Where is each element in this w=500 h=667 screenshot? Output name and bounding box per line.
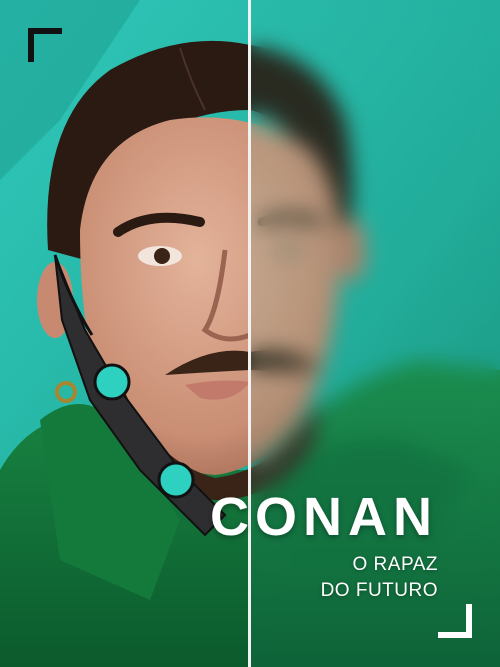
iris bbox=[154, 248, 170, 264]
corner-bracket-bottom-right bbox=[438, 604, 472, 638]
center-divider-line bbox=[248, 0, 251, 667]
movie-poster: CONAN O RAPAZ DO FUTURO bbox=[0, 0, 500, 667]
subtitle-line-1: O RAPAZ bbox=[352, 554, 438, 575]
poster-subtitle: O RAPAZ DO FUTURO bbox=[321, 552, 438, 604]
subtitle-line-2: DO FUTURO bbox=[320, 580, 438, 601]
poster-title: CONAN bbox=[210, 487, 438, 547]
mask-light-lower bbox=[157, 461, 195, 499]
mask-light bbox=[93, 363, 131, 401]
corner-bracket-top-left bbox=[28, 28, 62, 62]
